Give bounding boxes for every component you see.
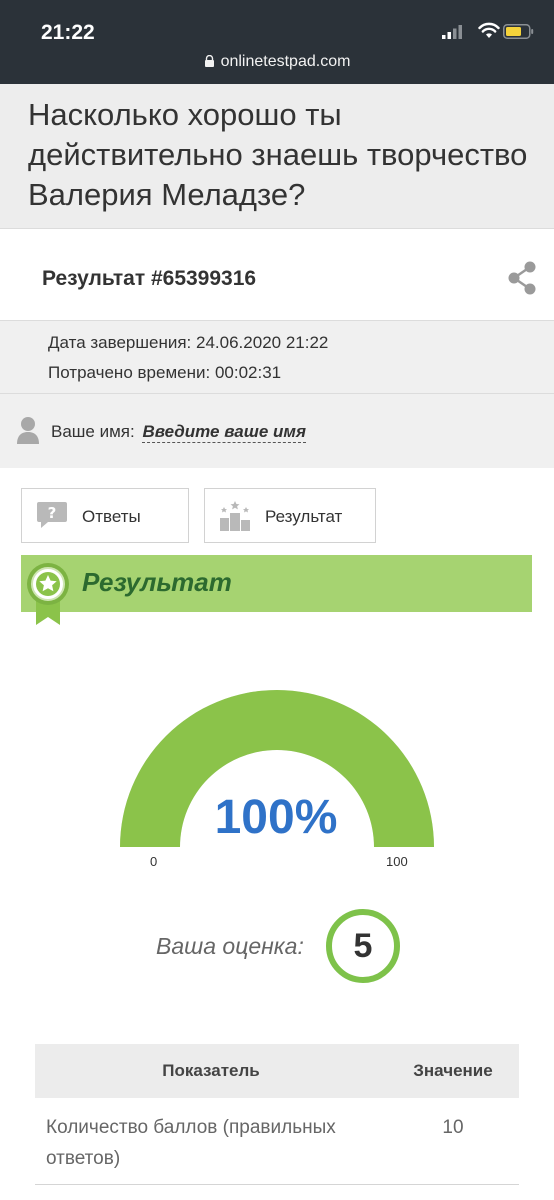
time-spent-value: 00:02:31 [214,363,282,382]
url-text: onlinetestpad.com [220,53,351,70]
result-header: Результат #65399316 [0,229,554,321]
gauge-max-label: 100 [386,854,408,869]
cellular-signal-icon [442,25,462,39]
lock-icon [204,55,214,67]
grade-label: Ваша оценка: [156,933,304,959]
person-icon [17,417,39,444]
tab-result-label: Результат [265,507,343,526]
enter-name-link[interactable]: Введите ваше имя [142,422,306,443]
battery-icon [503,24,534,39]
result-id: Результат #65399316 [42,267,257,290]
time-spent-row: Потрачено времени: 00:02:31 [48,363,281,383]
name-label: Ваше имя: [51,422,135,441]
user-name-row: Ваше имя: Введите ваше имя [0,394,554,468]
gauge-value: 100% [214,791,338,844]
table-row: Количество баллов (правильных ответов) 1… [35,1098,519,1175]
wifi-icon [478,22,500,38]
table-header-row: Показатель Значение [35,1044,519,1098]
metric-cell: Количество баллов (правильных ответов) [46,1117,336,1169]
share-icon[interactable] [507,261,537,295]
time-spent-label: Потрачено времени: [48,363,211,382]
completion-date-row: Дата завершения: 24.06.2020 21:22 [48,333,328,353]
stats-table: Показатель Значение Количество баллов (п… [35,1044,519,1175]
value-cell: 10 [442,1117,464,1138]
page-title: Насколько хорошо ты действительно знаешь… [28,97,528,212]
banner-title: Результат [82,567,232,597]
tab-result[interactable]: Результат [204,488,376,543]
completion-date-label: Дата завершения: [48,333,192,352]
tab-answers-label: Ответы [82,507,141,526]
completion-date-value: 24.06.2020 21:22 [196,333,329,352]
tab-answers[interactable]: ? Ответы [21,488,189,543]
status-bar: 21:22 onlinetestpad.com [0,0,554,84]
result-meta: Дата завершения: 24.06.2020 21:22 Потрач… [0,321,554,394]
award-badge-icon [27,563,69,625]
grade-value: 5 [326,909,400,983]
status-time: 21:22 [41,21,95,44]
question-bubble-icon: ? [37,502,67,528]
address-bar[interactable]: onlinetestpad.com [0,53,554,71]
header-value: Значение [387,1044,519,1098]
test-title-block: Насколько хорошо ты действительно знаешь… [0,84,554,229]
gauge-min-label: 0 [150,854,158,869]
header-metric: Показатель [35,1044,387,1098]
table-row-divider [35,1184,519,1185]
podium-icon [220,501,250,531]
result-banner: Результат [21,555,532,612]
svg-text:?: ? [48,504,57,522]
